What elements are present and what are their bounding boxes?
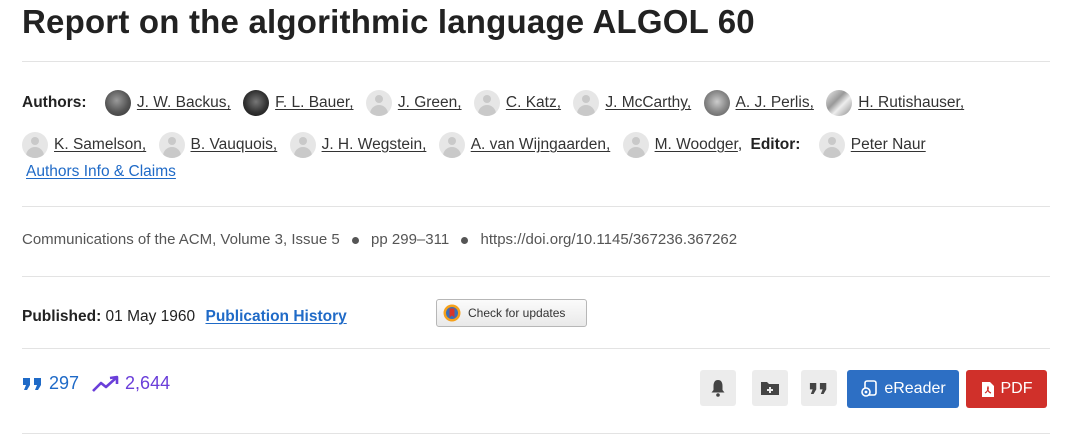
author-item[interactable]: F. L. Bauer,: [235, 89, 354, 116]
author-link[interactable]: J. W. Backus,: [137, 94, 231, 111]
authors-info-claims-link[interactable]: Authors Info & Claims: [26, 163, 176, 181]
author-link[interactable]: F. L. Bauer,: [275, 94, 353, 111]
check-updates-icon: [443, 304, 461, 322]
author-item[interactable]: A. van Wijngaarden,: [431, 131, 611, 158]
published-row: Published: 01 May 1960 Publication Histo…: [22, 308, 347, 326]
author-link[interactable]: A. van Wijngaarden,: [471, 136, 611, 153]
author-avatar: [826, 89, 853, 116]
separator: ,: [282, 231, 288, 248]
alert-button[interactable]: [700, 370, 736, 406]
author-item[interactable]: J. H. Wegstein,: [282, 131, 427, 158]
author-avatar: [104, 89, 131, 116]
author-avatar-placeholder: [365, 89, 392, 116]
author-avatar: [243, 89, 270, 116]
pdf-button[interactable]: PDF: [966, 370, 1047, 408]
author-item[interactable]: A. J. Perlis,: [696, 89, 814, 116]
divider: [22, 348, 1050, 349]
publication-history-link[interactable]: Publication History: [205, 308, 346, 325]
author-list: Authors: J. W. Backus, F. L. Bauer, J. G…: [22, 82, 1062, 166]
article-page: Report on the algorithmic language ALGOL…: [0, 0, 1080, 437]
divider: [22, 276, 1050, 277]
divider: [22, 433, 1050, 434]
ereader-label: eReader: [884, 380, 946, 397]
page-range: pp 299–311: [371, 231, 450, 248]
citation-line: Communications of the ACM, Volume 3, Iss…: [22, 231, 737, 248]
check-for-updates-button[interactable]: Check for updates: [436, 299, 587, 327]
bell-icon: [711, 380, 725, 397]
authors-label: Authors:: [22, 94, 87, 111]
editor-avatar-placeholder: [818, 131, 845, 158]
divider: [22, 206, 1050, 207]
ereader-button[interactable]: eReader: [847, 370, 959, 408]
bullet-dot: [461, 236, 469, 244]
author-link[interactable]: J. Green,: [398, 94, 462, 111]
author-item[interactable]: K. Samelson,: [22, 131, 146, 158]
author-avatar: [703, 89, 730, 116]
editor-link[interactable]: Peter Naur: [851, 136, 926, 153]
author-link[interactable]: M. Woodger: [655, 136, 738, 153]
author-avatar-placeholder: [438, 131, 465, 158]
downloads-metric[interactable]: 2,644: [91, 373, 170, 394]
quote-icon: [23, 377, 41, 390]
citation-count: 297: [49, 373, 80, 393]
author-item[interactable]: M. Woodger: [615, 131, 738, 158]
pdf-file-icon: [981, 381, 994, 397]
author-avatar-placeholder: [622, 131, 649, 158]
divider: [22, 61, 1050, 62]
author-link[interactable]: K. Samelson,: [54, 136, 146, 153]
author-avatar-placeholder: [473, 89, 500, 116]
separator: ,: [212, 231, 217, 248]
author-link[interactable]: J. McCarthy,: [605, 94, 691, 111]
author-avatar-placeholder: [22, 131, 48, 158]
author-item[interactable]: B. Vauquois,: [151, 131, 278, 158]
ereader-icon: [861, 380, 878, 397]
citations-metric[interactable]: 297: [22, 373, 79, 394]
author-item[interactable]: H. Rutishauser,: [818, 89, 964, 116]
author-link[interactable]: C. Katz,: [506, 94, 561, 111]
cite-button[interactable]: [801, 370, 837, 406]
author-avatar-placeholder: [158, 131, 185, 158]
editor-item[interactable]: Peter Naur: [811, 131, 926, 158]
page-title: Report on the algorithmic language ALGOL…: [22, 3, 755, 40]
author-link[interactable]: B. Vauquois,: [191, 136, 278, 153]
author-avatar-placeholder: [289, 131, 316, 158]
bullet-dot: [351, 236, 359, 244]
issue: Issue 5: [291, 231, 340, 248]
author-avatar-placeholder: [573, 89, 600, 116]
author-item[interactable]: J. W. Backus,: [97, 89, 231, 116]
doi[interactable]: https://doi.org/10.1145/367236.367262: [481, 231, 738, 248]
author-link[interactable]: A. J. Perlis,: [736, 94, 814, 111]
pdf-label: PDF: [1000, 380, 1033, 397]
download-count: 2,644: [125, 373, 171, 393]
published-date: 01 May 1960: [105, 308, 196, 325]
author-item[interactable]: J. McCarthy,: [565, 89, 691, 116]
volume: Volume 3: [220, 231, 283, 248]
add-to-binder-button[interactable]: [752, 370, 788, 406]
author-item[interactable]: J. Green,: [358, 89, 462, 116]
author-item[interactable]: C. Katz,: [466, 89, 561, 116]
folder-add-icon: [761, 382, 779, 395]
check-for-updates-label: Check for updates: [468, 306, 566, 320]
editor-label: Editor:: [750, 136, 801, 153]
journal-name: Communications of the ACM: [22, 231, 213, 248]
metrics-row: 297 2,644: [22, 373, 170, 394]
author-link[interactable]: J. H. Wegstein,: [322, 136, 427, 153]
trending-up-icon: [92, 375, 119, 392]
published-label: Published:: [22, 308, 102, 325]
author-link[interactable]: H. Rutishauser,: [858, 94, 964, 111]
cite-icon: [809, 382, 827, 394]
